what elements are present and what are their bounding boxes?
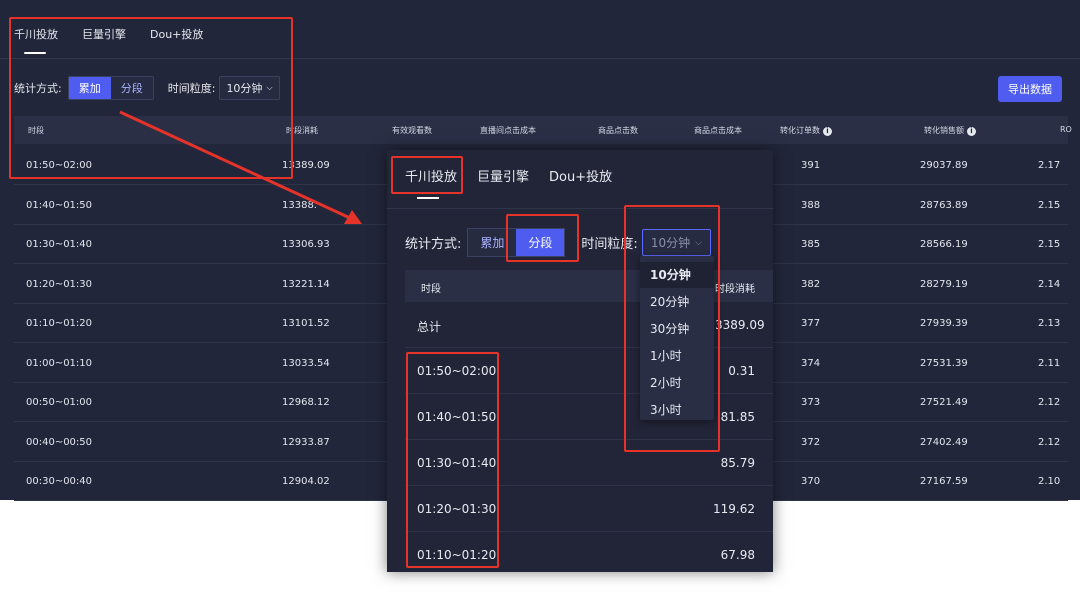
zoom-col-header-period: 时段 <box>421 284 441 295</box>
zoom-total-label: 总计 <box>417 320 442 334</box>
zoom-table-row: 01:30~01:40 85.79 <box>405 440 773 486</box>
arrow-shaft <box>119 110 351 220</box>
chevron-down-icon: ⌵ <box>695 237 702 248</box>
zoom-cell-period: 01:40~01:50 <box>417 410 497 424</box>
zoom-table-row: 01:10~01:20 67.98 <box>405 532 773 572</box>
zoom-cell-period: 01:30~01:40 <box>417 456 497 470</box>
zoom-table-row: 01:20~01:30 119.62 <box>405 486 773 532</box>
dropdown-option[interactable]: 30分钟 <box>640 316 714 342</box>
zoom-col-header-period-cost: 时段消耗 <box>715 284 755 295</box>
zoom-segment-option[interactable]: 分段 <box>516 229 565 256</box>
zoom-tab-qianchuan[interactable]: 千川投放 <box>405 166 457 185</box>
zoom-granularity-select[interactable]: 10分钟 ⌵ <box>641 229 711 256</box>
zoom-cumulative-option[interactable]: 累加 <box>468 229 517 256</box>
dropdown-option[interactable]: 20分钟 <box>640 289 714 315</box>
dropdown-option[interactable]: 3小时 <box>640 397 714 423</box>
dropdown-option[interactable]: 1小时 <box>640 343 714 369</box>
zoom-granularity-value: 10分钟 <box>650 236 691 250</box>
dropdown-option[interactable]: 2小时 <box>640 370 714 396</box>
zoom-cell-period-cost: 85.79 <box>720 456 755 470</box>
zoom-cell-period-cost: 81.85 <box>720 410 755 424</box>
zoom-table-header: 时段 时段消耗 <box>405 270 773 302</box>
zoom-tab-dou-plus[interactable]: Dou+投放 <box>549 166 612 185</box>
zoom-tab-divider <box>387 208 773 209</box>
zoom-cell-period: 01:20~01:30 <box>417 502 497 516</box>
zoom-total-row: 总计 3389.09 <box>405 302 773 348</box>
zoom-cell-period-cost: 119.62 <box>713 502 755 516</box>
zoom-table-row: 01:40~01:50 81.85 <box>405 394 773 440</box>
zoom-stat-method-toggle: 累加 分段 <box>467 228 566 257</box>
zoom-cell-period: 01:50~02:00 <box>417 364 497 378</box>
zoom-filter-row: 统计方式: 累加 分段 时间粒度: 10分钟 ⌵ <box>405 228 711 257</box>
zoom-platform-tabs: 千川投放 巨量引擎 Dou+投放 <box>405 166 612 185</box>
zoom-cell-period-cost: 67.98 <box>720 548 755 562</box>
zoom-tab-juliang[interactable]: 巨量引擎 <box>477 166 529 185</box>
active-tab-indicator <box>417 197 439 199</box>
zoom-inset-panel: 千川投放 巨量引擎 Dou+投放 统计方式: 累加 分段 时间粒度: 10分钟 … <box>387 150 773 572</box>
zoom-stat-method-label: 统计方式: <box>405 237 462 252</box>
zoom-granularity-label: 时间粒度: <box>581 237 638 252</box>
zoom-cell-period: 01:10~01:20 <box>417 548 497 562</box>
zoom-table-row: 01:50~02:00 0.31 <box>405 348 773 394</box>
zoom-total-value: 3389.09 <box>715 318 765 332</box>
screenshot-stage: 千川投放 巨量引擎 Dou+投放 统计方式: 累加 分段 时间粒度: 10分钟 … <box>0 0 1080 605</box>
dropdown-option[interactable]: 10分钟 <box>640 262 714 288</box>
granularity-dropdown-menu: 10分钟 20分钟 30分钟 1小时 2小时 3小时 <box>640 256 714 420</box>
zoom-cell-period-cost: 0.31 <box>728 364 755 378</box>
